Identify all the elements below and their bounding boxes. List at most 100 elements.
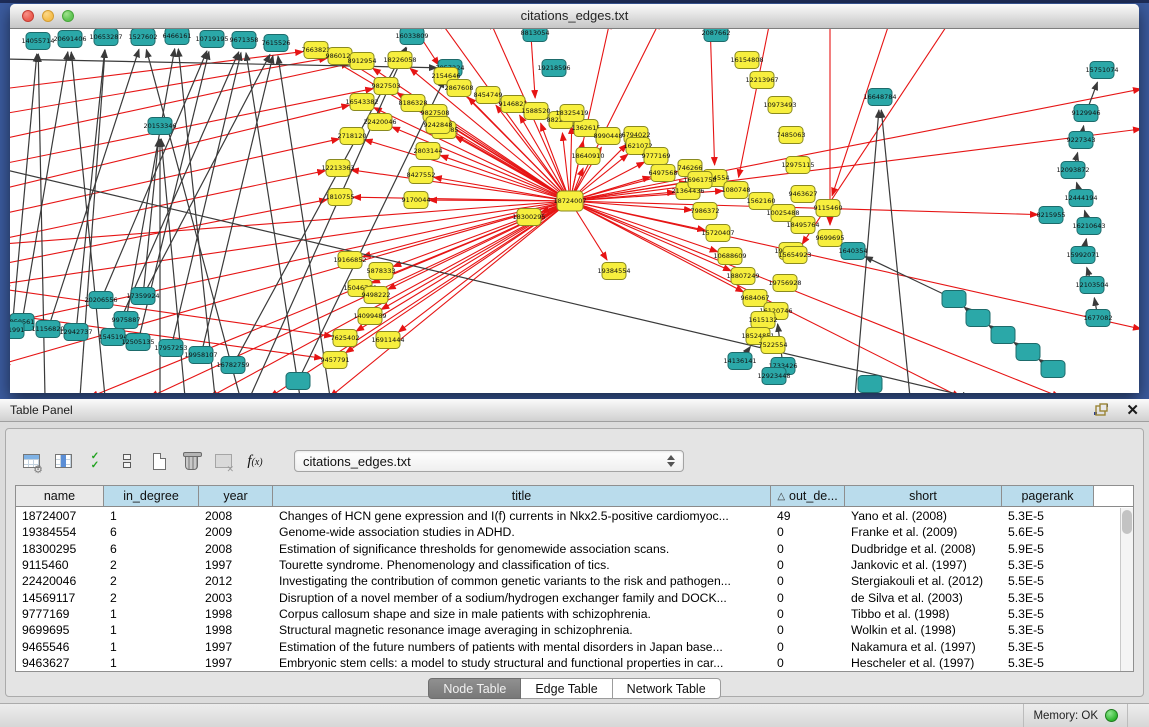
network-node[interactable]: 5878333 [367, 263, 396, 280]
network-node[interactable]: 8990448 [594, 128, 623, 145]
network-node[interactable]: 9463627 [789, 186, 818, 203]
network-node[interactable]: 22420046 [363, 114, 396, 131]
network-node[interactable]: 12213967 [745, 72, 778, 89]
network-node[interactable]: 10719195 [195, 31, 228, 48]
network-node[interactable]: 12213363 [321, 160, 354, 177]
network-node[interactable]: 6497568 [649, 165, 678, 182]
network-node[interactable]: 12923448 [757, 368, 790, 385]
table-row[interactable]: 977716911998Corpus callosum shape and si… [16, 606, 1120, 622]
delete-table-icon[interactable]: ✕ [210, 448, 236, 474]
network-node[interactable]: 16911444 [371, 332, 404, 349]
network-node[interactable] [858, 376, 882, 393]
network-node[interactable]: 9975887 [112, 312, 141, 329]
network-node[interactable]: 2087662 [702, 29, 731, 42]
network-node[interactable]: 17957253 [154, 340, 187, 357]
table-row[interactable]: 946362711997Embryonic stem cells: a mode… [16, 655, 1120, 671]
table-row[interactable]: 969969511998Structural magnetic resonanc… [16, 622, 1120, 638]
network-node[interactable]: 12975115 [781, 157, 814, 174]
table-row[interactable]: 1830029562008Estimation of significance … [16, 541, 1120, 557]
edit-columns-icon[interactable]: ✓ ✓ [82, 448, 108, 474]
network-node[interactable]: 15720407 [701, 225, 734, 242]
network-node[interactable] [942, 291, 966, 308]
network-node[interactable]: 14055714 [21, 33, 54, 50]
network-canvas[interactable]: 1872400718300295193845541405571420691406… [10, 29, 1139, 393]
network-node[interactable]: 9129946 [1072, 105, 1101, 122]
network-node[interactable]: 20153346 [143, 118, 176, 135]
network-node[interactable]: 14136141 [723, 353, 756, 370]
column-header-name[interactable]: name [16, 486, 104, 506]
table-settings-icon[interactable]: ⚙ [18, 448, 44, 474]
network-node[interactable]: 16543382 [345, 94, 378, 111]
memory-status-indicator[interactable] [1105, 709, 1118, 722]
column-header-short[interactable]: short [845, 486, 1002, 506]
network-node[interactable] [286, 373, 310, 390]
network-node[interactable]: 9777169 [642, 148, 671, 165]
network-node[interactable]: 7625402 [331, 330, 360, 347]
table-row[interactable]: 1938455462009Genome-wide association stu… [16, 524, 1120, 540]
network-node[interactable]: 19384554 [597, 263, 630, 280]
network-node[interactable]: 16961758 [683, 172, 716, 189]
network-node[interactable]: 15992071 [1066, 247, 1099, 264]
network-node[interactable]: 12444194 [1064, 190, 1097, 207]
network-node[interactable]: 8427552 [407, 167, 436, 184]
network-node[interactable]: 1810755 [326, 189, 355, 206]
network-node[interactable] [966, 310, 990, 327]
network-node[interactable]: 20206556 [84, 292, 117, 309]
network-node[interactable] [1016, 344, 1040, 361]
network-node[interactable]: 6466161 [163, 29, 192, 45]
network-node[interactable]: 8813054 [521, 29, 550, 42]
network-node[interactable]: 1677082 [1084, 310, 1113, 327]
network-node[interactable]: 9115460 [814, 200, 843, 217]
network-node[interactable]: 10973493 [763, 97, 796, 114]
table-scrollbar[interactable] [1120, 508, 1133, 671]
scrollbar-thumb[interactable] [1122, 510, 1132, 534]
network-node[interactable]: 16033809 [395, 29, 428, 45]
table-row[interactable]: 1456911722003Disruption of a novel membe… [16, 589, 1120, 605]
network-node[interactable]: 15751074 [1085, 62, 1118, 79]
column-header-out_degree[interactable]: △out_de... [771, 486, 845, 506]
column-header-in_degree[interactable]: in_degree [104, 486, 199, 506]
network-node[interactable]: 1080748 [722, 182, 751, 199]
float-panel-icon[interactable] [1093, 403, 1110, 417]
network-node[interactable]: 2803144 [414, 143, 443, 160]
table-row[interactable]: 1872400712008Changes of HCN gene express… [16, 508, 1120, 524]
column-header-year[interactable]: year [199, 486, 273, 506]
tab-edge-table[interactable]: Edge Table [521, 678, 612, 699]
table-row[interactable]: 2242004622012Investigating the contribut… [16, 573, 1120, 589]
network-node[interactable]: 7986372 [691, 203, 720, 220]
network-node[interactable]: 9827503 [372, 78, 401, 95]
row-height-icon[interactable] [114, 448, 140, 474]
function-builder-icon[interactable]: f(x) [242, 448, 268, 474]
network-node[interactable]: 9498222 [362, 287, 391, 304]
network-node[interactable]: 9457791 [321, 352, 350, 369]
network-node[interactable]: 20691406 [53, 31, 86, 48]
network-node[interactable]: 18807249 [726, 268, 759, 285]
network-node[interactable]: 9227343 [1067, 132, 1096, 149]
network-node[interactable] [991, 327, 1015, 344]
network-node[interactable] [1041, 361, 1065, 378]
network-node[interactable]: 7615526 [262, 35, 291, 52]
network-node[interactable]: 9170044 [402, 192, 431, 209]
network-node[interactable]: 1615132 [749, 312, 778, 329]
network-node[interactable]: 14099489 [353, 308, 386, 325]
network-node[interactable]: 12093872 [1056, 162, 1089, 179]
window-titlebar[interactable]: citations_edges.txt [10, 4, 1139, 29]
table-selector-dropdown[interactable]: citations_edges.txt [294, 450, 684, 472]
network-node[interactable]: 16210643 [1072, 218, 1105, 235]
new-file-icon[interactable] [146, 448, 172, 474]
network-node[interactable]: 2867608 [445, 80, 474, 97]
network-node[interactable]: 1640354 [839, 243, 868, 260]
column-header-title[interactable]: title [273, 486, 771, 506]
network-node[interactable]: 12103504 [1075, 277, 1108, 294]
network-node[interactable]: 8912954 [348, 53, 377, 70]
network-node[interactable]: 19166852 [333, 252, 366, 269]
network-node[interactable]: 16648784 [863, 89, 896, 106]
close-panel-icon[interactable]: ✕ [1126, 401, 1139, 419]
network-node[interactable]: 16154808 [730, 52, 763, 69]
table-row[interactable]: 946554611997Estimation of the future num… [16, 638, 1120, 654]
network-node[interactable]: 18495764 [786, 217, 819, 234]
network-node[interactable]: 10653287 [89, 29, 122, 46]
tab-network-table[interactable]: Network Table [613, 678, 721, 699]
network-node[interactable]: 9242848 [424, 117, 453, 134]
table-row[interactable]: 911546021997Tourette syndrome. Phenomeno… [16, 557, 1120, 573]
